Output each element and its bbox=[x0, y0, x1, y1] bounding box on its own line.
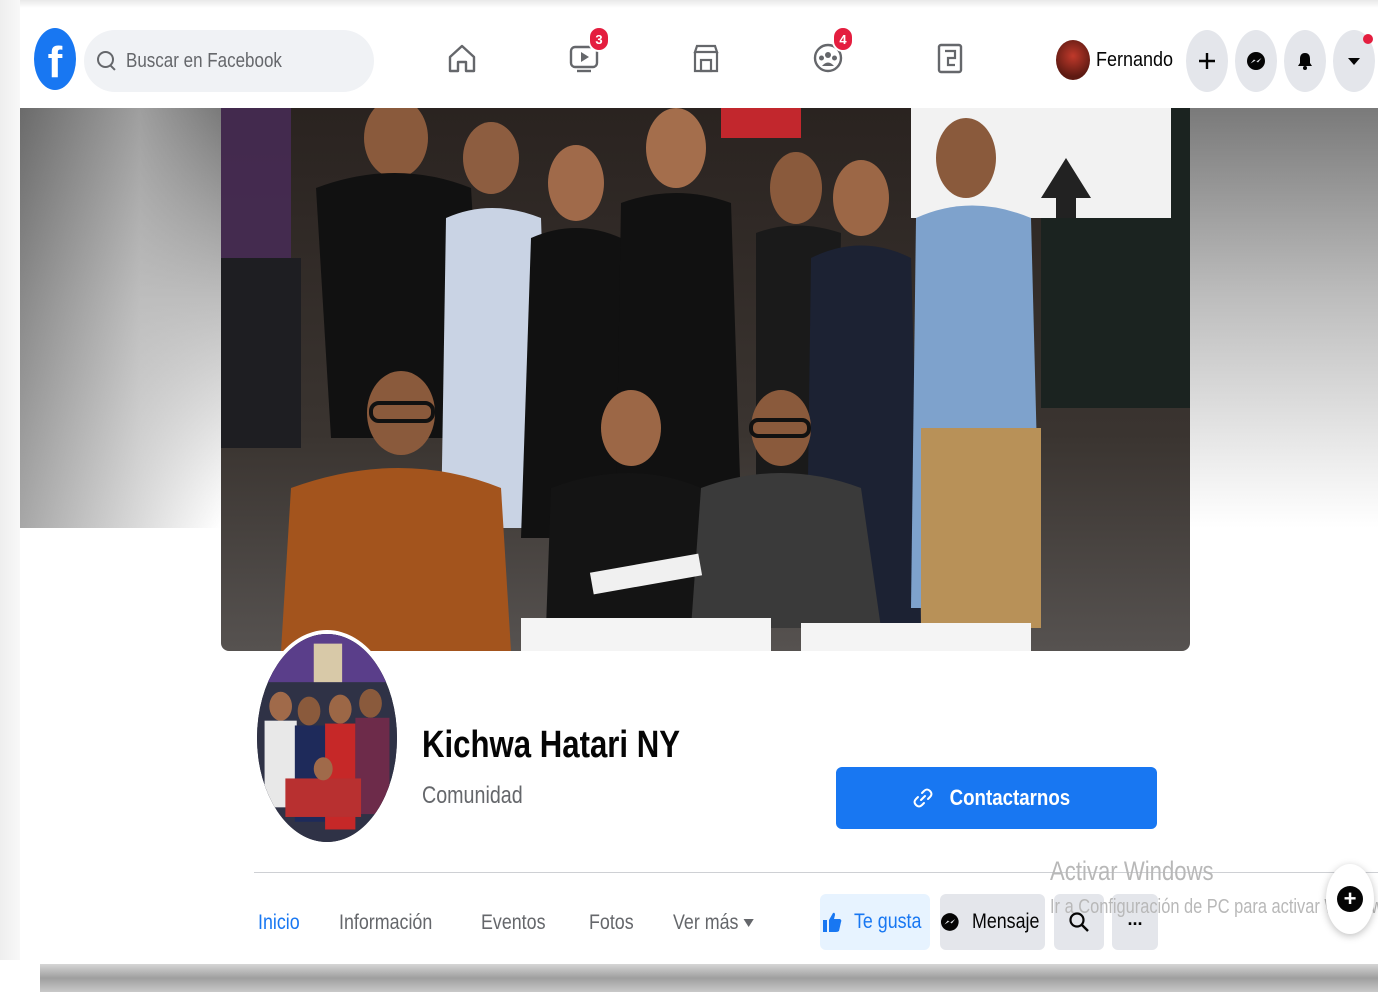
like-button[interactable]: Te gusta bbox=[820, 894, 930, 950]
message-button[interactable]: Mensaje bbox=[940, 894, 1045, 950]
profile-name: Fernando bbox=[1096, 48, 1174, 71]
gaming-icon[interactable] bbox=[928, 36, 972, 80]
groups-icon[interactable]: 4 bbox=[806, 26, 854, 80]
page-profile-picture[interactable] bbox=[253, 630, 401, 846]
create-button[interactable] bbox=[1186, 30, 1228, 92]
bell-icon bbox=[1298, 53, 1312, 70]
contact-button-label: Contactarnos bbox=[949, 785, 1070, 810]
watch-icon[interactable]: 3 bbox=[562, 26, 610, 80]
scrollbar-track[interactable] bbox=[40, 964, 1378, 992]
tab-eventos[interactable]: Eventos bbox=[481, 911, 546, 935]
facebook-logo-icon[interactable]: f bbox=[34, 28, 76, 90]
tab-informacion[interactable]: Información bbox=[339, 911, 432, 935]
top-navigation-bar: f Buscar en Facebook 3 4 Fernando bbox=[20, 8, 1378, 108]
search-placeholder: Buscar en Facebook bbox=[126, 49, 282, 72]
home-icon[interactable] bbox=[440, 36, 484, 80]
facebook-page-window: f Buscar en Facebook 3 4 Fernando Kichwa… bbox=[20, 8, 1378, 960]
page-category: Comunidad bbox=[422, 782, 523, 809]
watch-notification-badge: 3 bbox=[588, 26, 610, 52]
caret-down-icon bbox=[743, 919, 754, 927]
windows-activation-title: Activar Windows bbox=[1050, 856, 1214, 886]
messenger-icon bbox=[940, 913, 959, 931]
messenger-button[interactable] bbox=[1235, 30, 1277, 92]
like-button-label: Te gusta bbox=[854, 910, 922, 933]
plus-icon bbox=[1199, 53, 1215, 69]
groups-notification-badge: 4 bbox=[832, 26, 854, 52]
message-button-label: Mensaje bbox=[971, 910, 1040, 933]
messenger-icon bbox=[1247, 52, 1265, 70]
cover-photo[interactable] bbox=[221, 108, 1190, 651]
search-input[interactable]: Buscar en Facebook bbox=[84, 30, 374, 92]
page-tabs: Inicio Información Eventos Fotos Ver más bbox=[258, 898, 800, 948]
window-shadow-left bbox=[0, 0, 20, 1002]
marketplace-icon[interactable] bbox=[684, 36, 728, 80]
thumbs-up-icon bbox=[823, 912, 842, 932]
notification-dot bbox=[1363, 34, 1373, 44]
new-message-fab[interactable]: + bbox=[1326, 864, 1374, 934]
contact-button[interactable]: Contactarnos bbox=[836, 767, 1157, 829]
search-icon bbox=[96, 50, 118, 72]
account-menu-button[interactable] bbox=[1333, 30, 1375, 92]
avatar bbox=[1056, 40, 1090, 80]
tab-fotos[interactable]: Fotos bbox=[589, 911, 634, 935]
page-title: Kichwa Hatari NY bbox=[422, 724, 681, 766]
notifications-button[interactable] bbox=[1284, 30, 1326, 92]
tab-ver-mas-label: Ver más bbox=[673, 911, 739, 934]
tab-inicio[interactable]: Inicio bbox=[258, 911, 300, 935]
facebook-logo-letter: f bbox=[47, 38, 63, 87]
tab-ver-mas[interactable]: Ver más bbox=[673, 911, 754, 935]
plus-icon: + bbox=[1337, 886, 1363, 912]
chevron-down-icon bbox=[1348, 58, 1360, 65]
link-icon bbox=[913, 788, 933, 808]
profile-shortcut[interactable]: Fernando bbox=[1056, 36, 1182, 84]
window-shadow-top bbox=[0, 0, 1378, 8]
cover-backdrop-shade bbox=[20, 108, 220, 528]
